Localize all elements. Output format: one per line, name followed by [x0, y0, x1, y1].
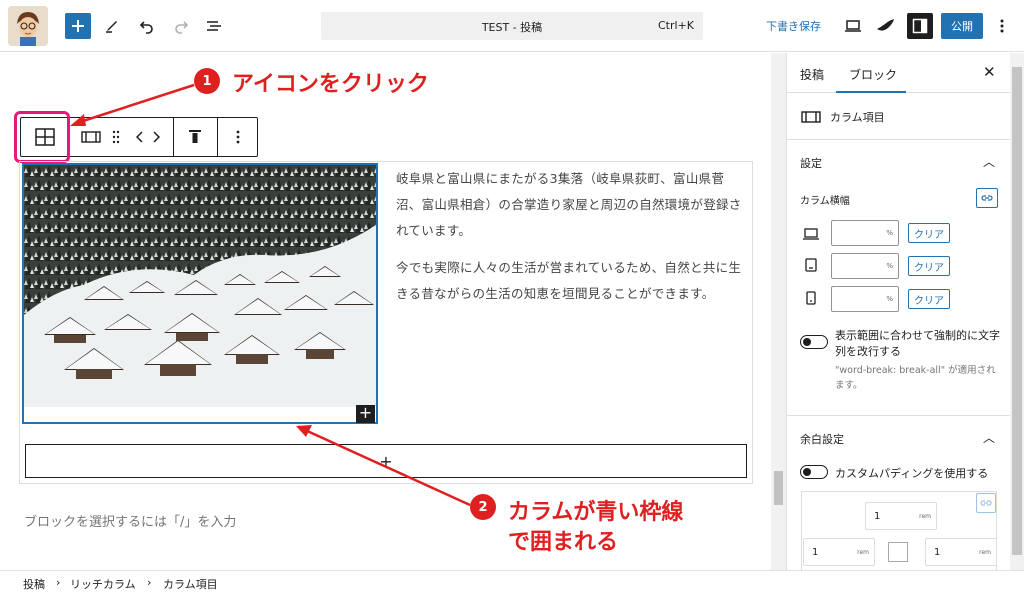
clear-desktop-button[interactable]: クリア: [908, 223, 950, 243]
settings-sidebar: 投稿 ブロック ✕ カラム項目 設定 ︿ カラム横幅 % クリア % クリア %…: [786, 53, 1024, 570]
publish-button[interactable]: 公開: [941, 13, 983, 39]
breadcrumb-rich-columns[interactable]: リッチカラム: [70, 576, 136, 592]
close-icon[interactable]: ✕: [983, 63, 996, 81]
width-desktop-input[interactable]: %: [831, 220, 899, 246]
spacing-panel-title[interactable]: 余白設定: [800, 431, 844, 447]
link-icon: [980, 500, 992, 506]
padding-top-input[interactable]: 1 rem: [865, 502, 937, 530]
sidebar-tabs: 投稿 ブロック ✕: [787, 53, 1024, 93]
custom-padding-label: カスタムパディングを使用する: [835, 467, 989, 480]
width-mobile-input[interactable]: %: [831, 286, 899, 312]
step-2-badge: 2: [470, 494, 496, 520]
link-icon: [981, 195, 993, 201]
breadcrumb-separator: ›: [147, 576, 152, 589]
step-2-label-line2: で囲まれる: [508, 530, 619, 555]
divider: [787, 139, 1011, 140]
custom-padding-toggle[interactable]: [800, 465, 828, 479]
link-padding-button[interactable]: [976, 493, 996, 513]
breadcrumb: 投稿 › リッチカラム › カラム項目: [0, 570, 1024, 592]
clear-mobile-button[interactable]: クリア: [908, 289, 950, 309]
preview-button[interactable]: [842, 14, 864, 38]
more-vertical-icon: [1000, 19, 1004, 33]
step-2-label-line1: カラムが青い枠線: [508, 500, 684, 525]
active-tab-indicator: [836, 91, 906, 93]
options-button[interactable]: [993, 14, 1011, 38]
column-icon: [801, 111, 821, 123]
sidebar-icon: [912, 18, 928, 34]
tab-post[interactable]: 投稿: [800, 66, 824, 83]
clear-tablet-button[interactable]: クリア: [908, 256, 950, 276]
padding-right-input[interactable]: 1 rem: [925, 538, 997, 566]
desktop-icon: [803, 225, 819, 244]
tab-block[interactable]: ブロック: [849, 66, 897, 83]
settings-panel-title[interactable]: 設定: [800, 155, 822, 171]
step-1-label: アイコンをクリック: [232, 72, 429, 97]
block-card-title: カラム項目: [830, 111, 885, 124]
chevron-up-icon[interactable]: ︿: [983, 429, 995, 446]
word-break-label: 表示範囲に合わせて強制的に文字列を改行する: [835, 329, 1000, 358]
column-width-label: カラム横幅: [800, 196, 850, 207]
tablet-icon: [805, 257, 817, 276]
step-1-badge: 1: [194, 68, 220, 94]
breadcrumb-column-item[interactable]: カラム項目: [163, 576, 218, 592]
word-break-help: "word-break: break-all" が適用されます。: [835, 365, 996, 391]
settings-toggle-button[interactable]: [907, 13, 933, 39]
word-break-toggle[interactable]: [800, 335, 828, 349]
block-card-icon: [801, 108, 821, 127]
mobile-icon: [806, 290, 816, 309]
padding-box-icon: [888, 542, 908, 562]
width-tablet-input[interactable]: %: [831, 253, 899, 279]
breadcrumb-separator: ›: [56, 576, 61, 589]
divider: [787, 415, 1011, 416]
scrollbar-thumb[interactable]: [1012, 67, 1022, 555]
leaf-icon: [877, 19, 894, 31]
link-values-button[interactable]: [976, 188, 998, 208]
sidebar-scrollbar[interactable]: [1010, 53, 1024, 570]
laptop-icon: [845, 20, 861, 32]
padding-left-input[interactable]: 1 rem: [803, 538, 875, 566]
chevron-up-icon[interactable]: ︿: [983, 153, 995, 170]
breadcrumb-post[interactable]: 投稿: [23, 576, 45, 592]
styles-button[interactable]: [874, 14, 896, 38]
